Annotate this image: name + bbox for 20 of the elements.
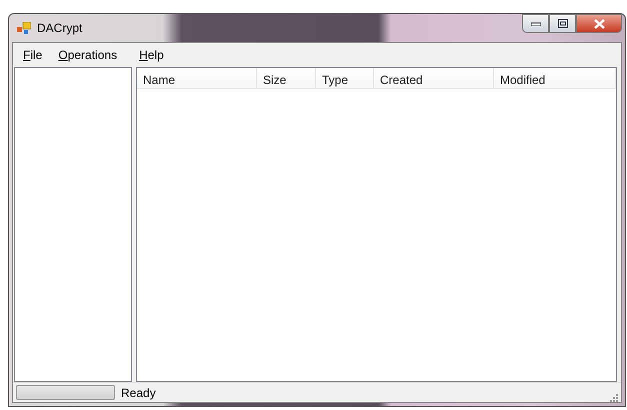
menu-item[interactable]: File — [15, 44, 50, 66]
resize-grip-icon[interactable] — [609, 393, 618, 402]
column-header[interactable]: Name — [137, 68, 257, 88]
file-list[interactable]: Name Size Type Created Modified — [136, 67, 617, 382]
minimize-button[interactable] — [522, 14, 549, 33]
tree-pane[interactable] — [14, 67, 132, 382]
menu-item[interactable]: Operations — [50, 44, 126, 66]
app-icon — [17, 22, 31, 34]
column-header[interactable]: Type — [316, 68, 374, 88]
menu-item[interactable]: Help — [131, 44, 172, 66]
status-text: Ready — [121, 384, 156, 402]
close-button[interactable] — [576, 14, 622, 33]
column-header[interactable]: Modified — [494, 68, 616, 88]
minimize-icon — [530, 22, 540, 26]
close-icon — [594, 18, 604, 28]
column-header[interactable]: Size — [257, 68, 316, 88]
maximize-icon — [558, 19, 568, 28]
maximize-button[interactable] — [549, 14, 576, 33]
window-title: DACrypt — [37, 20, 82, 37]
column-header[interactable]: Created — [374, 68, 494, 88]
